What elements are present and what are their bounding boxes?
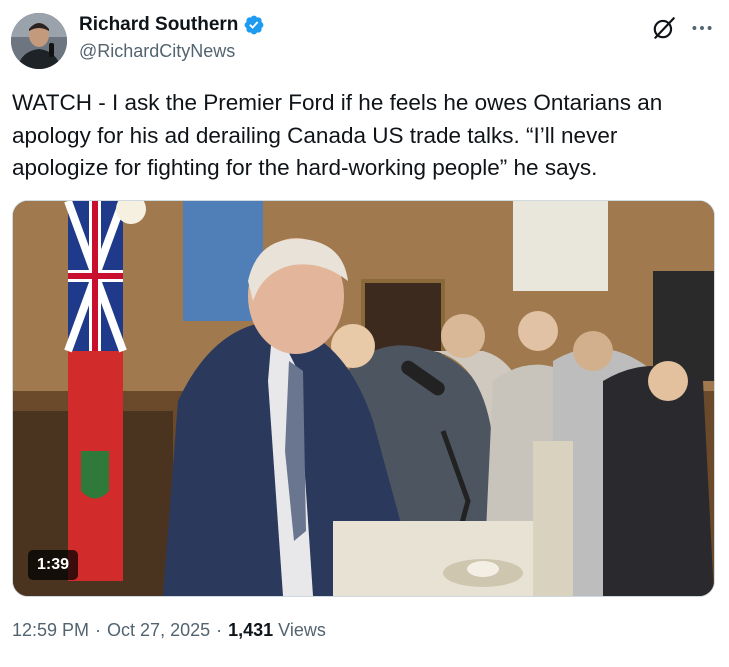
author-name-row: Richard Southern	[79, 14, 265, 36]
author-avatar[interactable]	[11, 13, 67, 69]
tweet-time[interactable]: 12:59 PM	[12, 620, 89, 641]
author-display-name[interactable]: Richard Southern	[79, 14, 238, 36]
profile-photo	[11, 13, 67, 69]
video-duration-badge: 1:39	[28, 550, 79, 580]
meta-separator: ·	[216, 620, 223, 640]
video-player[interactable]: 1:39	[12, 200, 715, 597]
views-count[interactable]: 1,431	[228, 620, 273, 641]
tweet-date[interactable]: Oct 27, 2025	[107, 620, 210, 641]
tweet-meta: 12:59 PM · Oct 27, 2025 · 1,431 Views	[12, 620, 326, 641]
video-thumbnail	[13, 201, 714, 596]
author-handle[interactable]: @RichardCityNews	[79, 41, 235, 62]
more-options-icon[interactable]	[689, 15, 715, 41]
meta-separator: ·	[95, 620, 102, 640]
views-label: Views	[278, 620, 326, 640]
verified-badge-icon	[245, 15, 264, 35]
tweet-text: WATCH - I ask the Premier Ford if he fee…	[12, 90, 663, 180]
grok-icon[interactable]	[651, 15, 677, 41]
